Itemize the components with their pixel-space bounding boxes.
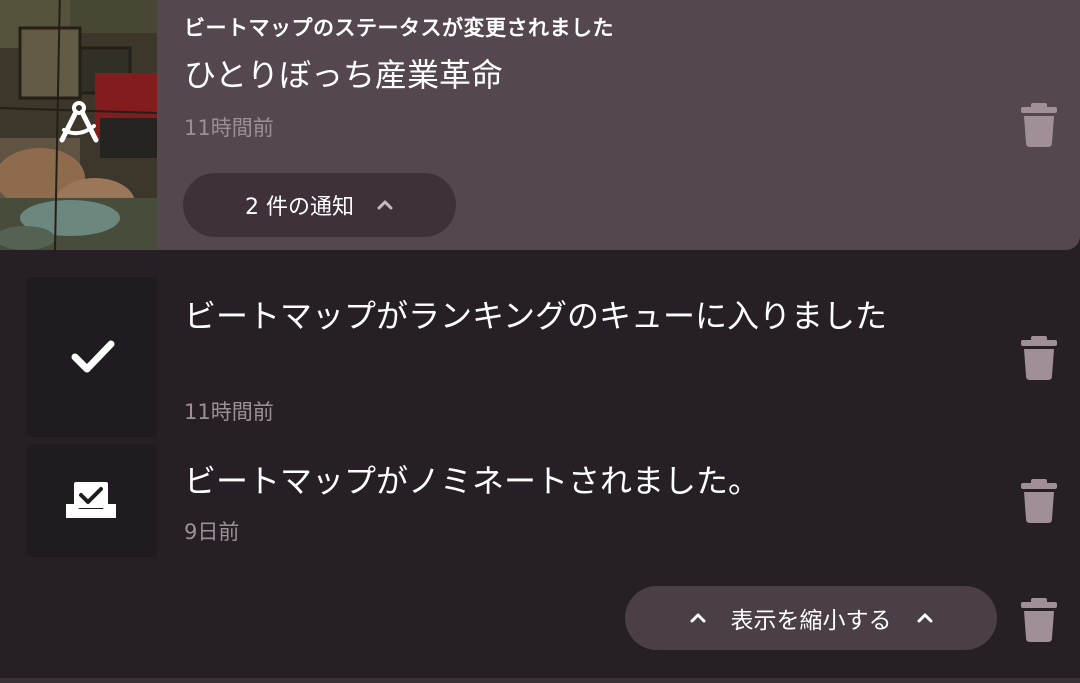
item-timestamp-nominated: 9日前 [184, 520, 240, 544]
chevron-up-icon [917, 613, 932, 623]
trash-icon[interactable] [1021, 479, 1057, 523]
collapse-notifications-button[interactable]: 表示を縮小する [625, 586, 997, 650]
inbox-check-icon [66, 482, 116, 518]
item-text-ranked[interactable]: ビートマップがランキングのキューに入りました [184, 292, 964, 340]
group-timestamp: 11時間前 [184, 116, 274, 140]
collapse-label: 表示を縮小する [730, 608, 892, 634]
trash-icon[interactable] [1021, 598, 1057, 642]
group-heading: ビートマップのステータスが変更されました [184, 16, 614, 40]
expand-notifications-button[interactable]: 2 件の通知 [183, 173, 456, 237]
item-icon-box-nominated [26, 444, 157, 557]
trash-icon[interactable] [1021, 336, 1057, 380]
beatmap-title[interactable]: ひとりぼっち産業革命 [184, 50, 503, 96]
compass-drafting-icon [59, 101, 99, 143]
next-notification-edge [0, 678, 1080, 683]
beatmap-cover-thumbnail[interactable] [0, 0, 157, 250]
beatmap-status-group-card[interactable]: ビートマップのステータスが変更されました ひとりぼっち産業革命 11時間前 2 … [0, 0, 1080, 250]
trash-icon[interactable] [1021, 103, 1057, 147]
item-icon-box-ranked [26, 277, 157, 437]
expand-notifications-label: 2 件の通知 [245, 195, 354, 220]
chevron-up-icon [690, 613, 705, 623]
chevron-up-icon [377, 200, 393, 210]
check-icon [71, 340, 115, 373]
notification-panel: ビートマップのステータスが変更されました ひとりぼっち産業革命 11時間前 2 … [0, 0, 1080, 683]
item-timestamp-ranked: 11時間前 [184, 400, 274, 424]
item-text-nominated[interactable]: ビートマップがノミネートされました。 [184, 457, 964, 505]
